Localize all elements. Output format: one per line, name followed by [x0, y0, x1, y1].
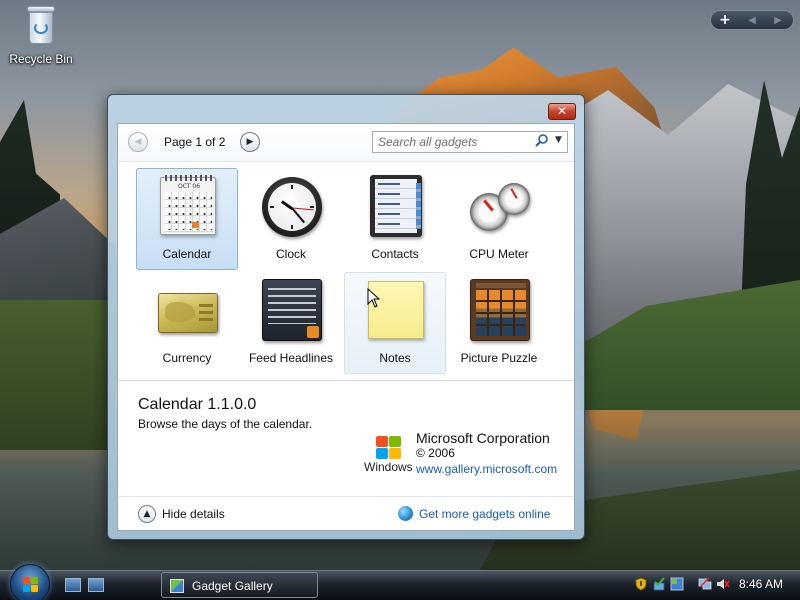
- security-shield-icon[interactable]: [634, 577, 648, 591]
- publisher-url-link[interactable]: www.gallery.microsoft.com: [416, 462, 557, 476]
- rss-icon: [307, 326, 319, 338]
- close-button[interactable]: ✕: [548, 103, 576, 120]
- gadget-label: Contacts: [371, 247, 419, 261]
- wallpaper-meadow-left: [0, 300, 115, 450]
- gadget-label: Feed Headlines: [248, 351, 334, 365]
- recycle-bin-icon: [24, 4, 58, 46]
- gadget-tile-currency[interactable]: Currency: [136, 272, 238, 374]
- gadget-tile-picture-puzzle[interactable]: Picture Puzzle: [448, 272, 550, 374]
- page-indicator: Page 1 of 2: [164, 135, 226, 149]
- taskbar-button-label: Gadget Gallery: [192, 579, 273, 593]
- gallery-footer: ▲ Hide details Get more gadgets online: [118, 496, 574, 530]
- gadget-gallery-window: ✕ ◀ Page 1 of 2 ▶ Search all gadgets ▼ O…: [107, 94, 585, 540]
- calendar-icon-month: OCT 06: [177, 183, 201, 190]
- contacts-icon: [370, 175, 422, 237]
- clock-icon: [262, 177, 322, 237]
- gadget-label: Calendar: [162, 247, 212, 261]
- windows-flag-icon: [23, 577, 39, 592]
- gadget-details: Calendar 1.1.0.0 Browse the days of the …: [138, 396, 558, 476]
- get-more-gadgets-link[interactable]: Get more gadgets online: [419, 507, 550, 521]
- sidebar-next-button[interactable]: ▶: [765, 15, 791, 26]
- gadget-label: Clock: [275, 247, 306, 261]
- windows-flag-icon: [376, 436, 402, 460]
- show-desktop-icon[interactable]: [65, 578, 81, 592]
- windows-logo: Windows: [364, 434, 413, 474]
- details-divider: [118, 380, 574, 381]
- recycle-bin-label: Recycle Bin: [9, 52, 73, 66]
- cpu-meter-icon: [470, 183, 532, 233]
- gadget-label: CPU Meter: [469, 247, 529, 261]
- search-input[interactable]: Search all gadgets ▼: [372, 131, 568, 153]
- hide-details-button[interactable]: ▲: [138, 505, 156, 523]
- previous-page-button[interactable]: ◀: [128, 132, 148, 152]
- gadget-gallery-icon: [170, 579, 184, 593]
- add-gadget-button[interactable]: +: [711, 12, 739, 28]
- publisher-info: Microsoft Corporation © 2006 www.gallery…: [416, 430, 557, 476]
- windows-logo-text: Windows: [364, 460, 413, 474]
- picture-puzzle-icon: [470, 279, 530, 341]
- network-disconnected-icon[interactable]: [698, 577, 712, 591]
- gadget-details-title: Calendar 1.1.0.0: [138, 396, 257, 413]
- next-page-button[interactable]: ▶: [240, 132, 260, 152]
- search-icon[interactable]: [535, 134, 549, 148]
- globe-icon[interactable]: [398, 506, 413, 521]
- currency-icon: [158, 293, 218, 333]
- gadget-tile-notes[interactable]: Notes: [344, 272, 446, 374]
- publisher-copyright: © 2006: [416, 446, 455, 460]
- gadget-tile-clock[interactable]: Clock: [240, 168, 342, 270]
- sidebar-prev-button[interactable]: ◀: [739, 15, 765, 26]
- switch-windows-icon[interactable]: [88, 578, 104, 592]
- mouse-cursor-icon: [367, 288, 381, 308]
- volume-muted-icon[interactable]: [716, 577, 730, 591]
- gallery-content: ◀ Page 1 of 2 ▶ Search all gadgets ▼ OCT…: [117, 123, 575, 531]
- gadget-details-description: Browse the days of the calendar.: [138, 417, 313, 431]
- sidebar-tray-icon[interactable]: [670, 577, 684, 591]
- network-check-icon[interactable]: [652, 577, 666, 591]
- gadget-label: Picture Puzzle: [460, 351, 538, 365]
- recycle-bin[interactable]: Recycle Bin: [6, 4, 76, 66]
- sidebar-control: + ◀ ▶: [710, 10, 794, 30]
- gallery-toolbar: ◀ Page 1 of 2 ▶ Search all gadgets ▼: [118, 124, 574, 162]
- gadget-tile-feed-headlines[interactable]: Feed Headlines: [240, 272, 342, 374]
- calendar-icon: OCT 06: [160, 175, 216, 235]
- gadget-label: Notes: [379, 351, 411, 365]
- gadget-tile-contacts[interactable]: Contacts: [344, 168, 446, 270]
- publisher-name: Microsoft Corporation: [416, 430, 550, 446]
- taskbar-button-gadget-gallery[interactable]: Gadget Gallery: [161, 572, 318, 598]
- gadget-tile-calendar[interactable]: OCT 06 Calendar: [136, 168, 238, 270]
- start-button[interactable]: [10, 564, 50, 600]
- gadget-label: Currency: [162, 351, 212, 365]
- search-placeholder: Search all gadgets: [378, 135, 478, 149]
- hide-details-label[interactable]: Hide details: [162, 507, 225, 521]
- taskbar-clock[interactable]: 8:46 AM: [739, 577, 783, 591]
- search-dropdown-icon[interactable]: ▼: [555, 135, 562, 145]
- feed-headlines-icon: [262, 279, 322, 341]
- gadget-tile-cpu-meter[interactable]: CPU Meter: [448, 168, 550, 270]
